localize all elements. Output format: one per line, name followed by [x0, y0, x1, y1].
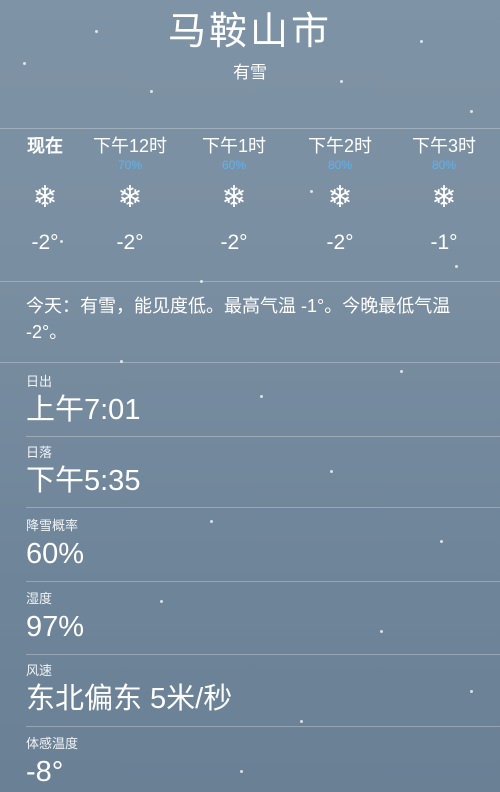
precip-chance: 80% — [431, 158, 457, 172]
divider — [0, 362, 500, 363]
detail-label: 日出 — [26, 374, 53, 389]
city-name: 马鞍山市 — [167, 11, 332, 53]
divider — [26, 581, 500, 582]
divider — [26, 654, 500, 655]
hour-column: 下午3时 80% ❄ -1° — [389, 134, 499, 256]
hour-temp: -2° — [116, 231, 144, 254]
detail-feels-like: 体感温度 -8° — [26, 736, 476, 790]
detail-wind: 风速 东北偏东 5米/秒 — [26, 663, 476, 717]
hour-temp: -1° — [430, 231, 458, 254]
detail-label: 体感温度 — [26, 736, 79, 751]
divider — [0, 128, 500, 129]
location-header: 马鞍山市 有雪 — [0, 8, 500, 83]
divider — [0, 281, 500, 282]
detail-value: 下午5:35 — [26, 465, 141, 497]
divider — [26, 726, 500, 727]
detail-value: 60% — [26, 538, 85, 570]
hour-time: 下午12时 — [92, 136, 168, 156]
detail-value: 上午7:01 — [26, 394, 141, 426]
snowflake-icon: ❄ — [431, 181, 457, 214]
hour-column: 下午12时 70% ❄ -2° — [75, 134, 185, 256]
hour-temp: -2° — [220, 231, 248, 254]
precip-chance: 60% — [221, 158, 247, 172]
divider — [26, 436, 500, 437]
detail-value: 东北偏东 5米/秒 — [26, 683, 233, 715]
detail-sunset: 日落 下午5:35 — [26, 445, 476, 499]
detail-sunrise: 日出 上午7:01 — [26, 374, 476, 428]
snowflake-icon: ❄ — [221, 181, 247, 214]
detail-value: -8° — [26, 756, 64, 788]
hour-column: 下午1时 60% ❄ -2° — [179, 134, 289, 256]
divider — [26, 507, 500, 508]
detail-label: 降雪概率 — [26, 518, 79, 533]
hourly-forecast[interactable]: 现在 ❄ -2° 下午12时 70% ❄ -2° 下午1时 60% ❄ -2° … — [0, 134, 500, 274]
hour-time: 下午2时 — [307, 136, 372, 156]
hour-time: 下午1时 — [201, 136, 266, 156]
current-condition: 有雪 — [233, 63, 267, 82]
detail-value: 97% — [26, 611, 85, 643]
hour-time: 下午3时 — [411, 136, 476, 156]
detail-snow-chance: 降雪概率 60% — [26, 518, 476, 572]
snowflake-icon: ❄ — [117, 181, 143, 214]
hour-column: 下午2时 80% ❄ -2° — [285, 134, 395, 256]
precip-chance: 70% — [117, 158, 143, 172]
hour-temp: -2° — [326, 231, 354, 254]
snowflake-icon: ❄ — [327, 181, 353, 214]
daily-summary: 今天：有雪，能见度低。最高气温 -1°。今晚最低气温 -2°。 — [26, 296, 451, 342]
detail-label: 风速 — [26, 663, 53, 678]
precip-chance: 80% — [327, 158, 353, 172]
detail-label: 日落 — [26, 445, 53, 460]
detail-humidity: 湿度 97% — [26, 591, 476, 645]
detail-label: 湿度 — [26, 591, 53, 606]
